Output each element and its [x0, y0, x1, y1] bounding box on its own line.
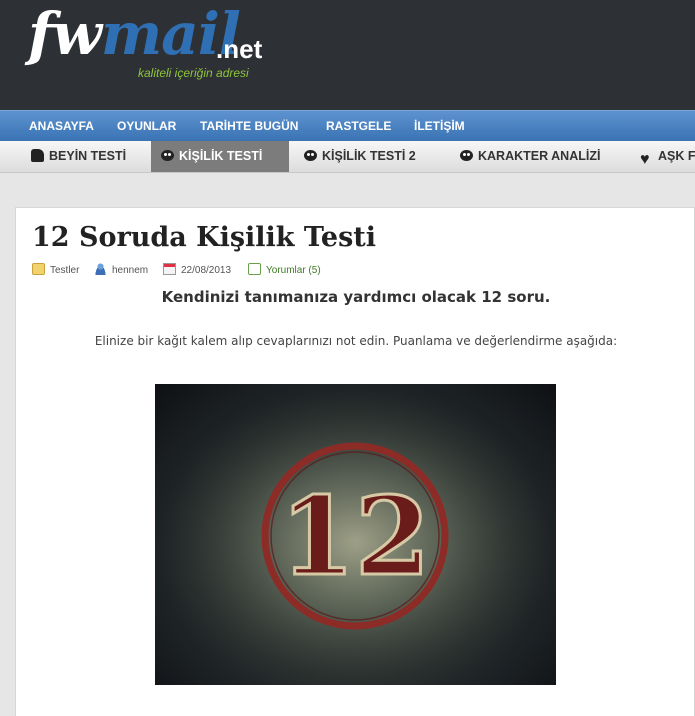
- nav-item-anasayfa[interactable]: ANASAYFA: [29, 111, 94, 141]
- meta-comments-label: Yorumlar (5): [266, 265, 321, 276]
- article-title[interactable]: 12 Soruda Kişilik Testi: [32, 222, 376, 253]
- article-image: 12: [155, 384, 556, 685]
- meta-author-label: hennem: [112, 265, 149, 276]
- site-header: fwmail .net kaliteli içeriğin adresi: [0, 0, 695, 110]
- article-box: 12 Soruda Kişilik Testi Testler hennem 2…: [15, 207, 695, 716]
- tab-label: KİŞİLİK TESTİ 2: [322, 149, 416, 163]
- tab-beyin-testi[interactable]: BEYİN TESTİ: [21, 141, 136, 172]
- smiley-icon: [304, 150, 317, 161]
- folder-icon: [32, 263, 45, 275]
- meta-date-label: 22/08/2013: [181, 265, 232, 276]
- tab-ask-f[interactable]: AŞK F: [630, 141, 695, 175]
- comment-icon: [248, 263, 261, 275]
- meta-category-label: Testler: [50, 265, 80, 276]
- logo-fw: fw: [28, 0, 102, 68]
- tab-karakter-analizi[interactable]: KARAKTER ANALİZİ: [450, 141, 610, 172]
- tab-label: KİŞİLİK TESTİ: [179, 149, 263, 163]
- meta-author[interactable]: hennem: [94, 263, 148, 277]
- tab-label: AŞK F: [658, 149, 695, 163]
- user-icon: [94, 263, 107, 275]
- nav-item-iletisim[interactable]: İLETİŞİM: [414, 111, 465, 141]
- tab-kisilik-testi-2[interactable]: KİŞİLİK TESTİ 2: [294, 141, 426, 172]
- calendar-icon: [163, 263, 176, 275]
- tab-label: KARAKTER ANALİZİ: [478, 149, 601, 163]
- brain-icon: [31, 149, 44, 162]
- article-paragraph: Elinize bir kağıt kalem alıp cevaplarını…: [94, 334, 618, 348]
- site-tagline: kaliteli içeriğin adresi: [138, 66, 249, 80]
- nav-item-oyunlar[interactable]: OYUNLAR: [117, 111, 176, 141]
- smiley-icon: [161, 150, 174, 161]
- primary-nav: ANASAYFA OYUNLAR TARİHTE BUGÜN RASTGELE …: [0, 110, 695, 141]
- tab-kisilik-testi[interactable]: KİŞİLİK TESTİ: [151, 141, 289, 172]
- nav-item-tarihte-bugun[interactable]: TARİHTE BUGÜN: [200, 111, 298, 141]
- secondary-nav: BEYİN TESTİ KİŞİLİK TESTİ KİŞİLİK TESTİ …: [0, 141, 695, 175]
- heart-icon: [640, 144, 653, 175]
- meta-comments[interactable]: Yorumlar (5): [248, 263, 321, 277]
- logo-net: .net: [216, 34, 263, 64]
- article-lead: Kendinizi tanımanıza yardımcı olacak 12 …: [161, 288, 551, 306]
- smiley-icon: [460, 150, 473, 161]
- meta-category[interactable]: Testler: [32, 263, 79, 277]
- nav-item-rastgele[interactable]: RASTGELE: [326, 111, 391, 141]
- hero-number: 12: [280, 474, 430, 600]
- tab-label: BEYİN TESTİ: [49, 149, 127, 163]
- meta-date: 22/08/2013: [163, 263, 231, 277]
